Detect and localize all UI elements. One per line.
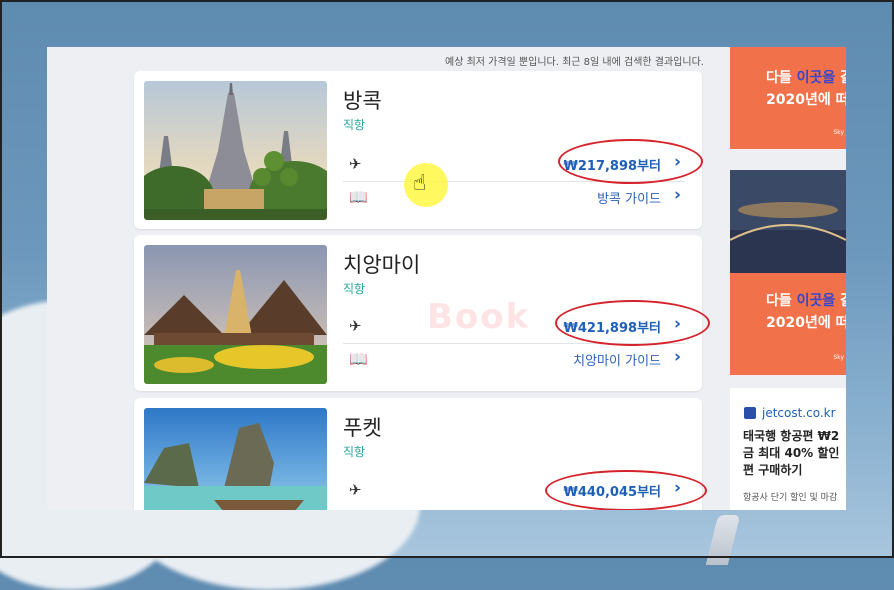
hand-cursor-icon: ☝ (413, 171, 427, 196)
sky-ad-banner[interactable]: 다들 이곳을 갈 2020년에 떠오 Sky (730, 47, 846, 149)
book-icon: 📖 (349, 188, 368, 206)
jetcost-headline[interactable]: 태국행 항공편 ₩2 금 최대 40% 할인 편 구매하기 (743, 428, 846, 479)
jetcost-ad[interactable]: jetcost.co.kr 태국행 항공편 ₩2 금 최대 40% 할인 편 구… (730, 388, 846, 510)
city-name[interactable]: 푸켓 (343, 412, 382, 442)
phuket-photo[interactable] (144, 408, 327, 510)
ad-brand: Sky (833, 129, 844, 136)
direct-flight-tag: 직항 (343, 282, 366, 296)
browser-viewport: 예상 최저 가격일 뿐입니다. 최근 8일 내에 검색한 결과입니다. 방콕 직… (47, 47, 846, 510)
airplane-icon: ✈ (349, 481, 362, 499)
sky-ad-banner[interactable]: 다들 이곳을 갈 2020년에 떠오 Sky (730, 170, 846, 375)
ad-brand: Sky (833, 354, 844, 361)
bangkok-photo[interactable] (144, 81, 327, 220)
jetcost-site[interactable]: jetcost.co.kr (762, 406, 836, 420)
price-notice: 예상 최저 가격일 뿐입니다. 최근 8일 내에 검색한 결과입니다. (445, 57, 704, 68)
city-bridge-photo (730, 170, 846, 273)
chevron-right-icon[interactable]: › (674, 185, 681, 205)
jetcost-body: 항공사 단기 할인 및 마감 (743, 493, 838, 503)
direct-flight-tag: 직항 (343, 118, 366, 132)
chiangmai-photo[interactable] (144, 245, 327, 384)
guide-link[interactable]: 치앙마이 가이드 (573, 350, 661, 369)
guide-row[interactable]: 📖 치앙마이 가이드 › (343, 344, 685, 374)
ad-subline: 2020년에 떠오 (766, 315, 846, 331)
ad-headline: 다들 이곳을 갈 (766, 70, 846, 86)
airplane-icon: ✈ (349, 155, 362, 173)
city-name[interactable]: 치앙마이 (343, 249, 420, 279)
guide-link[interactable]: 방콕 가이드 (597, 188, 661, 207)
ad-subline: 2020년에 떠오 (766, 92, 846, 108)
chevron-right-icon[interactable]: › (674, 347, 681, 367)
annotation-ellipse (555, 300, 710, 346)
watermark: Book (427, 297, 531, 337)
jetcost-logo-icon (744, 407, 756, 419)
guide-row[interactable]: 📖 방콕 가이드 › (343, 182, 685, 212)
city-name[interactable]: 방콕 (343, 85, 382, 115)
annotation-ellipse (545, 470, 707, 510)
annotation-ellipse (558, 139, 703, 184)
book-icon: 📖 (349, 350, 368, 368)
direct-flight-tag: 직항 (343, 445, 366, 459)
airplane-icon: ✈ (349, 317, 362, 335)
ad-headline: 다들 이곳을 갈 (766, 293, 846, 309)
